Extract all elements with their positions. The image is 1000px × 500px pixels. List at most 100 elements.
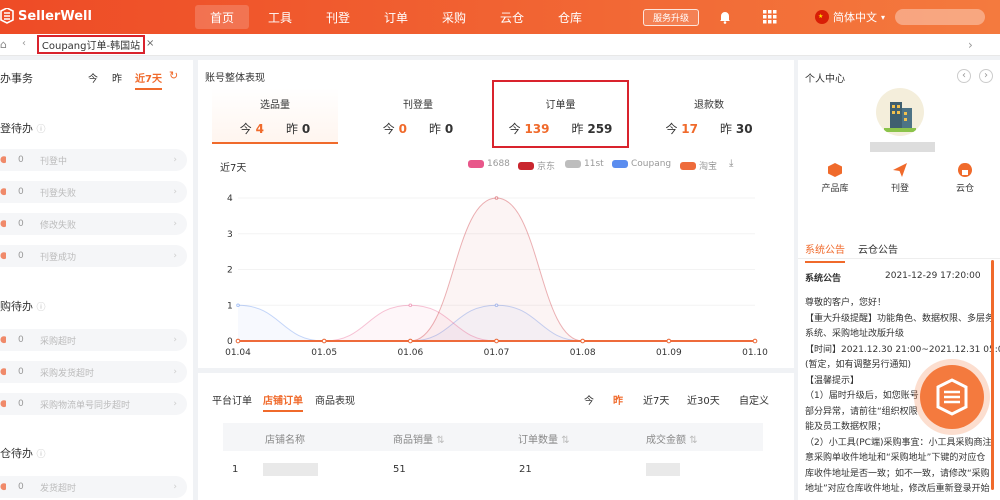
performance-panel: 账号整体表现 选品量 今 4昨 0 刊登量 今 0昨 0 订单量 今 139 昨 …: [198, 60, 794, 368]
language-selector[interactable]: ★ 简体中文 ▾: [815, 9, 885, 25]
nav-listing[interactable]: 刊登: [324, 0, 352, 34]
todo-time-today[interactable]: 今: [88, 70, 98, 85]
col-amount[interactable]: 成交金额 ⇅: [646, 431, 698, 446]
info-icon: ⓘ: [36, 125, 46, 135]
paper-plane-icon: [893, 163, 907, 177]
col-store-name: 店铺名称: [265, 435, 305, 446]
sort-icon: ⇅: [689, 435, 698, 446]
orders-line-chart: 0 1 2 3 4 01.04 01.05 01.06 01.07 01.08 01.09 01.10: [225, 194, 768, 358]
col-orders[interactable]: 订单数量 ⇅: [518, 431, 570, 446]
data-point: [580, 338, 585, 344]
tab-platform-orders[interactable]: 平台订单: [212, 392, 252, 407]
sort-icon: ⇅: [561, 435, 570, 446]
todo-time-7days[interactable]: 近7天: [135, 70, 162, 90]
tab-prev-icon[interactable]: ‹: [22, 38, 26, 49]
data-point: [236, 303, 240, 308]
shortcut-listing[interactable]: 刊登: [880, 162, 920, 194]
notice-line: 尊敬的客户，您好！: [805, 298, 887, 308]
language-label: 简体中文: [833, 11, 877, 24]
brand-logo[interactable]: SellerWell: [0, 8, 92, 24]
user-avatar-name[interactable]: [895, 9, 985, 25]
next-arrow-icon[interactable]: ›: [979, 69, 993, 83]
info-icon: ⓘ: [36, 303, 46, 313]
bell-icon: ●: [0, 155, 6, 165]
nav-cloud-warehouse[interactable]: 云仓: [498, 0, 526, 34]
todo-item[interactable]: ● 0 修改失败 ›: [0, 213, 187, 235]
col-sales[interactable]: 商品销量 ⇅: [393, 431, 445, 446]
bell-icon: ●: [0, 219, 6, 229]
tab-label: Coupang订单-韩国站: [41, 41, 141, 52]
notice-line: 【温馨提示】: [805, 375, 860, 386]
todo-time-yesterday[interactable]: 昨: [112, 70, 122, 85]
apps-grid-icon[interactable]: [763, 10, 777, 24]
tab-store-orders[interactable]: 店铺订单: [263, 392, 303, 412]
svg-text:★: ★: [818, 13, 823, 20]
refresh-icon[interactable]: ↻: [169, 69, 178, 82]
shortcut-product-library[interactable]: 产品库: [815, 162, 855, 194]
divider: [798, 258, 1000, 259]
x-tick-label: 01.05: [311, 348, 337, 358]
nav-tools[interactable]: 工具: [266, 0, 294, 34]
tab-coupang-orders[interactable]: Coupang订单-韩国站: [37, 35, 145, 54]
nav-home[interactable]: 首页: [195, 5, 249, 29]
notice-line: (暂定，如有调整另行通知): [805, 360, 912, 370]
todo-item[interactable]: ● 0 采购发货超时 ›: [0, 361, 187, 383]
scrollbar[interactable]: [991, 260, 994, 490]
purchase-todo-title: 购待办 ⓘ: [0, 300, 46, 313]
notice-line: （2）小工具(PC端)采购事宜：小工具采购商注: [805, 437, 992, 448]
x-tick-label: 01.04: [225, 348, 251, 358]
data-point: [666, 338, 672, 344]
time-custom[interactable]: 自定义: [739, 392, 769, 407]
chevron-down-icon: ▾: [881, 12, 886, 22]
stack-logo-icon: [936, 378, 968, 416]
notice-title: 系统公告: [805, 274, 842, 284]
prev-arrow-icon[interactable]: ‹: [957, 69, 971, 83]
todo-item[interactable]: ● 0 采购超时 ›: [0, 329, 187, 351]
avatar[interactable]: [876, 88, 924, 136]
x-tick-label: 01.09: [656, 348, 682, 358]
shortcut-cloud-warehouse[interactable]: 云仓: [945, 162, 985, 194]
bell-icon: ●: [0, 367, 6, 377]
tab-next-icon[interactable]: ›: [968, 38, 973, 52]
bell-icon: ●: [0, 187, 6, 197]
todo-item[interactable]: ● 0 刊登失败 ›: [0, 181, 187, 203]
time-7days[interactable]: 近7天: [643, 392, 669, 407]
todo-item[interactable]: ● 0 刊登成功 ›: [0, 245, 187, 267]
x-tick-label: 01.06: [397, 348, 423, 358]
bell-icon[interactable]: [717, 9, 733, 25]
warehouse-icon: [958, 163, 972, 177]
time-today[interactable]: 今: [584, 392, 594, 407]
store-name-blurred: [263, 463, 318, 476]
bell-icon: ●: [0, 482, 6, 492]
warehouse-todo-title: 仓待办 ⓘ: [0, 447, 46, 460]
notice-line: 库收件地址是否一致；如不一致，请修改“采购: [805, 468, 990, 479]
notice-line: 【重大升级提醒】功能角色、数据权限、多层务: [805, 313, 995, 324]
time-30days[interactable]: 近30天: [687, 392, 720, 407]
notice-line: 部分异常，请前往“组织权限: [805, 406, 918, 417]
home-icon[interactable]: ⌂: [0, 38, 7, 51]
tab-product-performance[interactable]: 商品表现: [315, 392, 355, 407]
todo-item[interactable]: ● 0 刊登中 ›: [0, 149, 187, 171]
listing-todo-title: 登待办 ⓘ: [0, 122, 46, 135]
nav-orders[interactable]: 订单: [382, 0, 410, 34]
time-yesterday[interactable]: 昨: [613, 392, 623, 407]
tab-cloud-notice[interactable]: 云仓公告: [858, 241, 898, 256]
upgrade-button[interactable]: 服务升级: [643, 9, 699, 26]
y-tick-label: 3: [227, 230, 233, 240]
todo-item[interactable]: ● 0 采购物流单号同步超时 ›: [0, 393, 187, 415]
nav-warehouse[interactable]: 仓库: [556, 0, 584, 34]
bell-icon: ●: [0, 399, 6, 409]
todo-item[interactable]: ● 0 发货超时 ›: [0, 476, 187, 498]
floating-assistant-button[interactable]: [920, 365, 984, 429]
todo-header: 办事务: [0, 72, 33, 85]
store-orders-panel: 平台订单 店铺订单 商品表现 今 昨 近7天 近30天 自定义 店铺名称 商品销…: [198, 373, 794, 500]
y-tick-label: 0: [227, 337, 233, 347]
top-navbar: SellerWell 首页 工具 刊登 订单 采购 云仓 仓库 服务升级 ★ 简…: [0, 0, 1000, 34]
y-tick-label: 4: [227, 194, 233, 204]
data-point: [752, 338, 758, 344]
table-row[interactable]: 1 51 21: [223, 457, 763, 483]
nav-purchase[interactable]: 采购: [440, 0, 468, 34]
tab-close-icon[interactable]: ×: [146, 38, 154, 49]
profile-title: 个人中心: [805, 74, 845, 85]
tab-system-notice[interactable]: 系统公告: [805, 241, 845, 263]
